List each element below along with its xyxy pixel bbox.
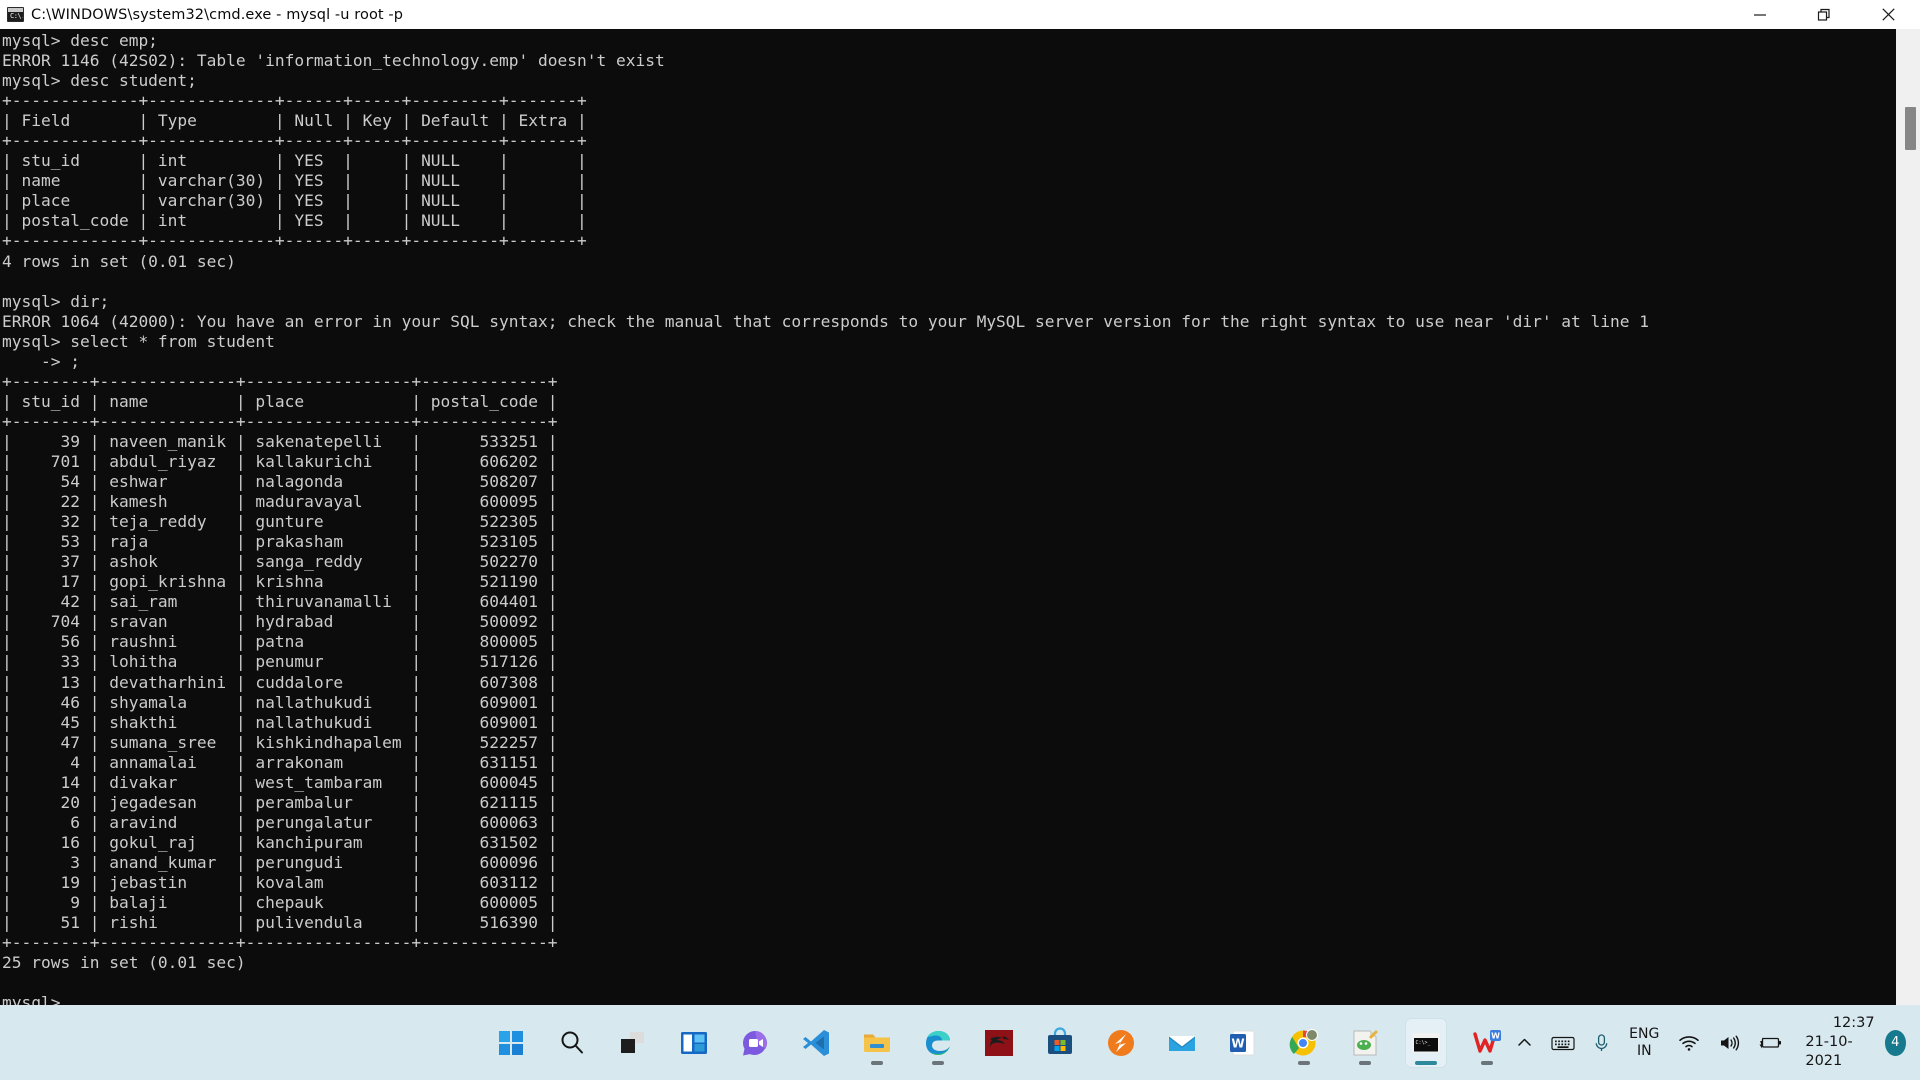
running-indicator xyxy=(932,1060,945,1065)
console-scrollbar-thumb[interactable] xyxy=(1905,107,1916,150)
dev-app-button[interactable] xyxy=(1101,1019,1141,1067)
word-button[interactable]: W xyxy=(1223,1019,1263,1067)
keyboard-icon xyxy=(1551,1036,1575,1050)
restore-button[interactable] xyxy=(1792,0,1856,29)
svg-text:C:\>_: C:\>_ xyxy=(1416,1040,1432,1046)
paint-icon xyxy=(1353,1029,1379,1055)
chevron-up-icon xyxy=(1518,1038,1531,1046)
svg-text:W: W xyxy=(1232,1036,1245,1050)
clock-time: 12:37 xyxy=(1832,1015,1875,1031)
windows-logo-icon xyxy=(499,1030,524,1055)
window-title-bar[interactable]: C:\. C:\WINDOWS\system32\cmd.exe - mysql… xyxy=(0,0,1920,29)
taskbar-icon-strip: W C:\>_ W xyxy=(491,1005,1507,1080)
volume-button[interactable] xyxy=(1709,1019,1749,1067)
console-surface[interactable]: mysql> desc emp; ERROR 1146 (42S02): Tab… xyxy=(0,29,1920,1005)
chat-button[interactable] xyxy=(735,1019,775,1067)
folder-icon xyxy=(864,1034,891,1052)
edge-button[interactable] xyxy=(918,1019,958,1067)
touch-keyboard-button[interactable] xyxy=(1542,1019,1584,1067)
teams-chat-icon xyxy=(743,1030,768,1055)
chrome-button[interactable] xyxy=(1284,1019,1324,1067)
wps-w-icon: W xyxy=(1473,1029,1502,1053)
console-output: mysql> desc emp; ERROR 1146 (42S02): Tab… xyxy=(2,31,1650,1005)
vs-code-icon xyxy=(803,1029,830,1056)
running-indicator xyxy=(871,1060,884,1065)
word-w-icon: W xyxy=(1230,1030,1255,1055)
battery-button[interactable] xyxy=(1749,1019,1791,1067)
running-indicator xyxy=(1298,1060,1311,1065)
taskbar: W C:\>_ W ENG IN 12:37 21-10-2021 4 xyxy=(0,1005,1920,1080)
language-indicator[interactable]: ENG IN xyxy=(1619,1026,1669,1060)
kali-button[interactable] xyxy=(979,1019,1019,1067)
microsoft-store-button[interactable] xyxy=(1040,1019,1080,1067)
title-bar-left: C:\. C:\WINDOWS\system32\cmd.exe - mysql… xyxy=(0,7,1728,23)
network-button[interactable] xyxy=(1669,1019,1709,1067)
wifi-icon xyxy=(1679,1035,1700,1051)
search-icon xyxy=(561,1031,584,1053)
show-hidden-icons-button[interactable] xyxy=(1507,1019,1542,1067)
task-view-icon xyxy=(621,1031,645,1053)
language-line-2: IN xyxy=(1636,1042,1652,1059)
edge-icon xyxy=(926,1030,951,1055)
minimize-button[interactable] xyxy=(1728,0,1792,29)
orange-swoosh-icon xyxy=(1108,1029,1135,1056)
running-indicator xyxy=(1481,1060,1494,1065)
kali-dragon-icon xyxy=(985,1029,1014,1056)
microphone-icon xyxy=(1595,1033,1608,1051)
close-button[interactable] xyxy=(1856,0,1920,29)
paint-button[interactable] xyxy=(1345,1019,1385,1067)
clock-date: 21-10-2021 xyxy=(1805,1034,1853,1069)
taskbar-left-spacer xyxy=(0,1005,491,1080)
file-explorer-button[interactable] xyxy=(857,1019,897,1067)
search-button[interactable] xyxy=(552,1019,592,1067)
chrome-icon xyxy=(1289,1028,1319,1055)
store-icon xyxy=(1048,1026,1073,1054)
mail-envelope-icon xyxy=(1169,1035,1196,1051)
start-button[interactable] xyxy=(491,1019,531,1067)
active-indicator xyxy=(1415,1060,1438,1065)
task-view-button[interactable] xyxy=(613,1019,653,1067)
mail-button[interactable] xyxy=(1162,1019,1202,1067)
running-indicator xyxy=(1359,1060,1372,1065)
window-title: C:\WINDOWS\system32\cmd.exe - mysql -u r… xyxy=(31,6,404,23)
microphone-button[interactable] xyxy=(1584,1019,1619,1067)
system-tray: ENG IN 12:37 21-10-2021 4 xyxy=(1507,1005,1920,1080)
speaker-icon xyxy=(1721,1035,1740,1050)
wps-office-button[interactable]: W xyxy=(1467,1019,1507,1067)
vscode-button[interactable] xyxy=(796,1019,836,1067)
notification-badge[interactable]: 4 xyxy=(1884,1029,1906,1056)
cmd-icon: C:\. xyxy=(7,7,24,22)
widgets-icon xyxy=(681,1031,708,1054)
command-prompt-button[interactable]: C:\>_ xyxy=(1406,1018,1447,1067)
language-line-1: ENG xyxy=(1629,1025,1660,1042)
cmd-icon-prompt-glyph: C:\. xyxy=(10,12,24,20)
battery-charging-icon xyxy=(1759,1036,1782,1049)
clock-button[interactable]: 12:37 21-10-2021 xyxy=(1791,1014,1884,1071)
svg-text:W: W xyxy=(1491,1031,1500,1040)
cmd-console-icon: C:\>_ xyxy=(1412,1032,1440,1053)
console-scrollbar[interactable] xyxy=(1896,29,1920,1005)
window-controls xyxy=(1728,0,1920,29)
widgets-button[interactable] xyxy=(674,1019,714,1067)
